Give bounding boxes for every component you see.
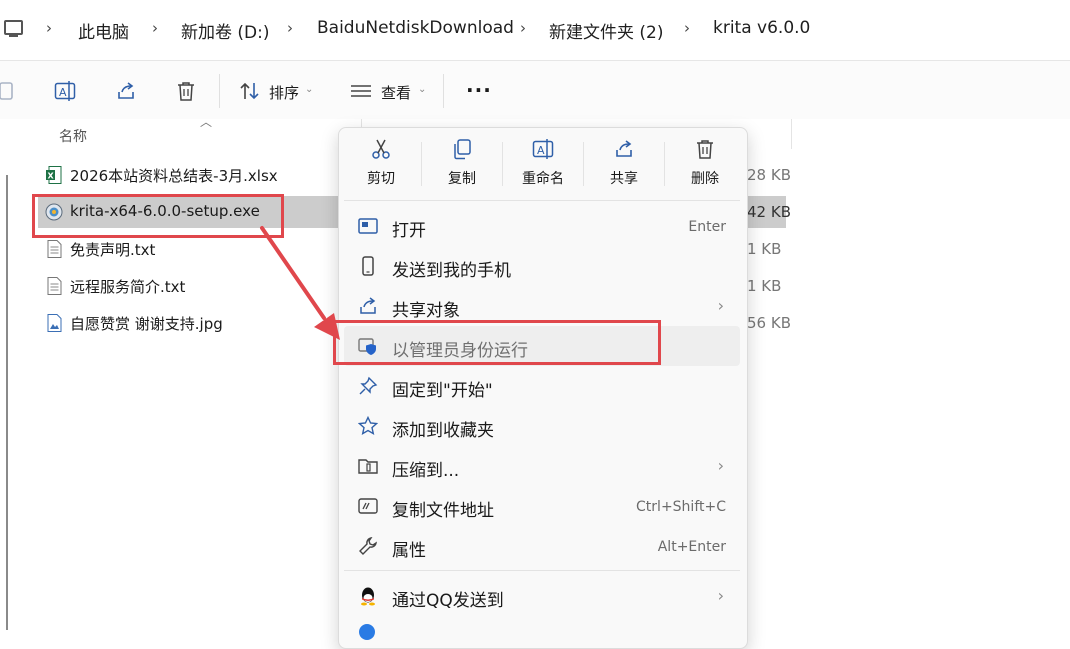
annotation-arrow <box>260 226 340 340</box>
